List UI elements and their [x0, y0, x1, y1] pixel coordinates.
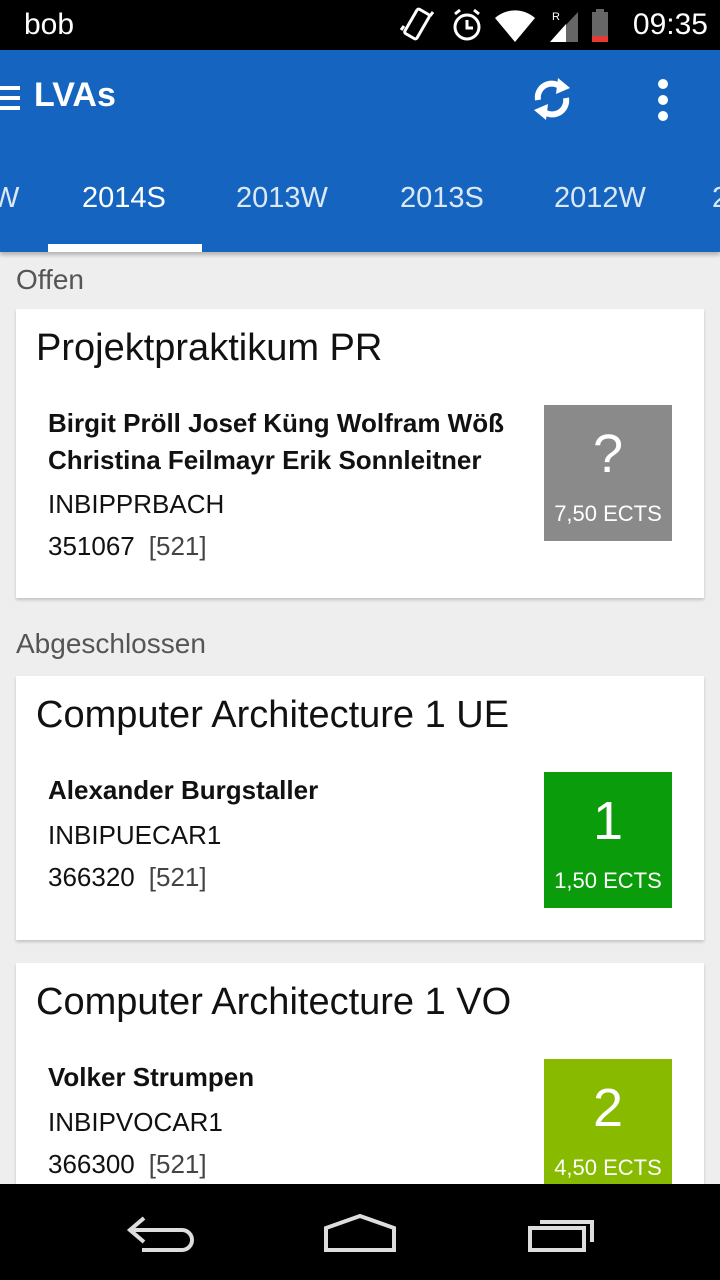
clock: 09:35 [632, 8, 708, 41]
tab-partial-left[interactable]: W [0, 182, 19, 215]
vibrate-icon [400, 7, 435, 41]
course-card[interactable]: Computer Architecture 1 UE Alexander Bur… [16, 676, 704, 940]
course-lecturers: Birgit Pröll Josef Küng Wolfram Wöß Chri… [48, 405, 518, 479]
course-number-row: 366300 [521] [48, 1149, 207, 1180]
section-header-done: Abgeschlossen [16, 628, 206, 659]
overflow-menu-icon[interactable] [650, 78, 676, 122]
course-code: INBIPVOCAR1 [48, 1107, 223, 1137]
section-header-open: Offen [16, 264, 84, 295]
active-tab-indicator [48, 244, 202, 252]
carrier-name: bob [24, 8, 75, 41]
status-bar: bob R 09:35 [0, 0, 720, 50]
lecturers-line: Christina Feilmayr Erik Sonnleitner [48, 445, 482, 475]
studyplan-code: [521] [148, 862, 207, 892]
hamburger-menu-icon[interactable] [0, 84, 22, 112]
home-icon[interactable] [322, 1214, 398, 1254]
grade-value: 1 [592, 791, 624, 851]
tab-2014s[interactable]: 2014S [82, 182, 166, 215]
page-title: LVAs [34, 76, 116, 114]
grade-badge: 2 4,50 ECTS [544, 1059, 672, 1195]
tab-2013s[interactable]: 2013S [400, 182, 484, 215]
tab-2013w[interactable]: 2013W [236, 182, 328, 215]
studyplan-code: [521] [148, 1149, 207, 1179]
grade-badge: ? 7,50 ECTS [544, 405, 672, 541]
battery-icon [592, 9, 608, 42]
tab-2012w[interactable]: 2012W [554, 182, 646, 215]
course-title: Computer Architecture 1 UE [36, 694, 510, 736]
course-number-row: 351067 [521] [48, 531, 207, 562]
course-number: 366300 [48, 1149, 135, 1179]
course-number: 351067 [48, 531, 135, 561]
lecturers-line: Volker Strumpen [48, 1062, 255, 1092]
course-number-row: 366320 [521] [48, 862, 207, 893]
recents-icon[interactable] [526, 1214, 598, 1254]
network-type-label: R [552, 11, 560, 23]
status-icons: R [400, 7, 608, 42]
course-title: Computer Architecture 1 VO [36, 981, 512, 1023]
ects-value: 4,50 ECTS [554, 1155, 662, 1180]
wifi-icon [495, 10, 535, 42]
course-number: 366320 [48, 862, 135, 892]
course-card[interactable]: Projektpraktikum PR Birgit Pröll Josef K… [16, 309, 704, 598]
back-icon[interactable] [124, 1214, 196, 1254]
grade-value: 2 [592, 1078, 624, 1138]
course-title: Projektpraktikum PR [36, 327, 383, 369]
system-nav-bar [0, 1184, 720, 1280]
ects-value: 1,50 ECTS [554, 868, 662, 893]
refresh-icon[interactable] [526, 70, 578, 126]
tab-partial-right[interactable]: 2 [712, 182, 720, 215]
course-lecturers: Alexander Burgstaller [48, 772, 518, 809]
semester-tabs: W 2014S 2013W 2013S 2012W 2 [0, 146, 720, 252]
studyplan-code: [521] [148, 531, 207, 561]
app-toolbar: LVAs [0, 50, 720, 146]
grade-badge: 1 1,50 ECTS [544, 772, 672, 908]
ects-value: 7,50 ECTS [554, 501, 662, 526]
lecturers-line: Birgit Pröll Josef Küng Wolfram Wöß [48, 408, 504, 438]
alarm-icon [453, 8, 481, 41]
lecturers-line: Alexander Burgstaller [48, 775, 319, 805]
grade-value: ? [592, 424, 624, 484]
course-lecturers: Volker Strumpen [48, 1059, 518, 1096]
course-code: INBIPUECAR1 [48, 820, 222, 850]
course-code: INBIPPRBACH [48, 489, 225, 519]
